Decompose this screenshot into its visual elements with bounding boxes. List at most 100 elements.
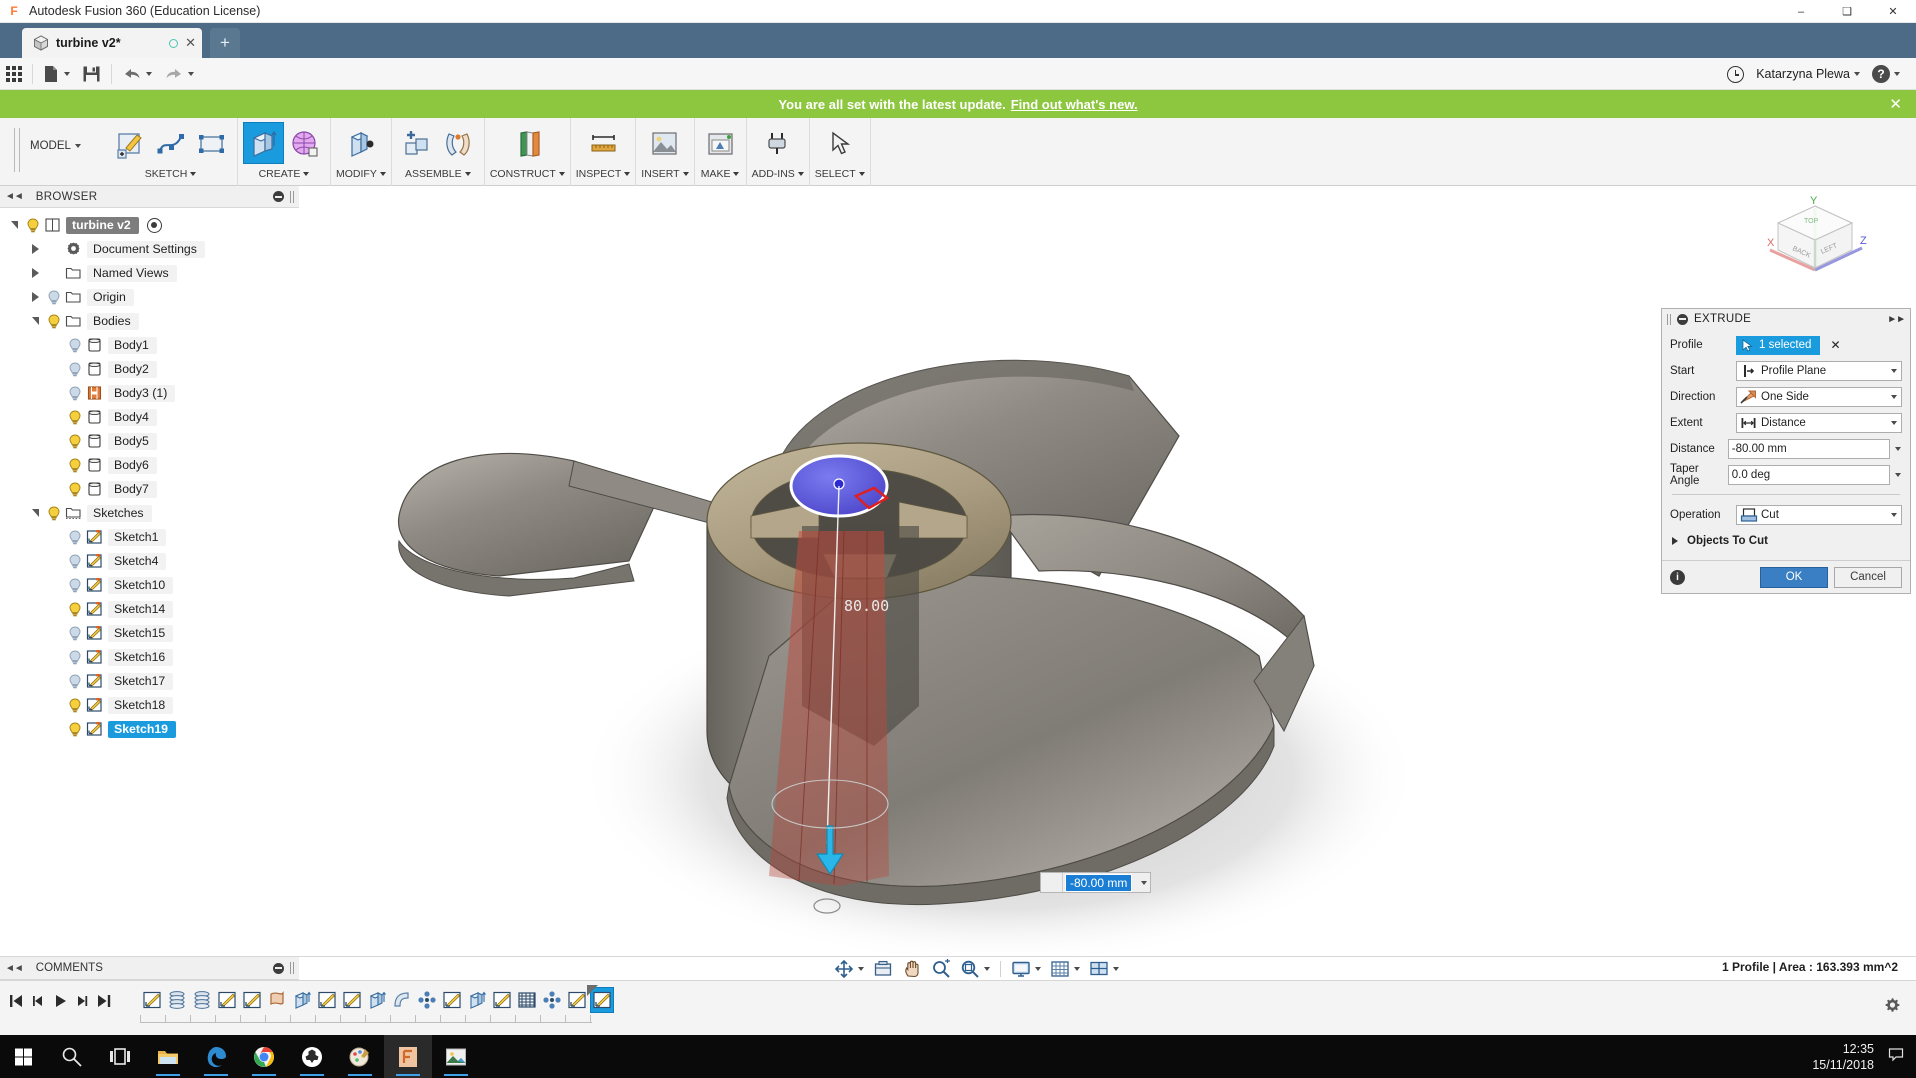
ok-button[interactable]: OK — [1760, 567, 1828, 588]
feature-extrude-6[interactable] — [290, 987, 314, 1013]
start-button[interactable] — [0, 1035, 48, 1078]
tree-expand-toggle[interactable] — [4, 221, 24, 229]
tree-expand-toggle[interactable] — [25, 292, 45, 302]
browser-node-body2[interactable]: Body2 — [0, 357, 299, 381]
feature-sketch-3[interactable] — [215, 987, 239, 1013]
timeline-go-start[interactable] — [6, 990, 26, 1012]
minimize-browser-icon[interactable] — [273, 191, 284, 202]
tree-expand-toggle[interactable] — [25, 317, 45, 325]
ribbon-panel-label-assemble[interactable]: ASSEMBLE — [405, 164, 471, 184]
visibility-toggle[interactable] — [66, 648, 84, 666]
create-form-button[interactable] — [284, 122, 325, 164]
visibility-toggle[interactable] — [45, 312, 63, 330]
visibility-toggle[interactable] — [66, 432, 84, 450]
task-view-button[interactable] — [96, 1035, 144, 1078]
visibility-toggle[interactable] — [66, 552, 84, 570]
feature-loft-5[interactable] — [265, 987, 289, 1013]
start-dropdown[interactable]: Profile Plane — [1736, 361, 1902, 381]
feature-extrude-13[interactable] — [465, 987, 489, 1013]
browser-node-turbine-v2[interactable]: turbine v2 — [0, 213, 299, 237]
taper-angle-input[interactable] — [1732, 469, 1886, 481]
browser-node-sketch10[interactable]: Sketch10 — [0, 573, 299, 597]
dimension-input-value[interactable]: -80.00 mm — [1065, 874, 1132, 892]
browser-node-label[interactable]: Body3 (1) — [108, 385, 175, 402]
visibility-toggle[interactable] — [24, 216, 42, 234]
measure-button[interactable] — [583, 122, 624, 164]
ribbon-panel-label-create[interactable]: CREATE — [259, 164, 310, 184]
visibility-toggle[interactable] — [66, 408, 84, 426]
visibility-toggle[interactable] — [66, 480, 84, 498]
dimension-input-dropdown[interactable] — [1134, 881, 1150, 885]
browser-resize-grip[interactable] — [290, 191, 294, 203]
tree-expand-toggle[interactable] — [25, 244, 45, 254]
browser-node-sketch1[interactable]: Sketch1 — [0, 525, 299, 549]
browser-node-label[interactable]: Body1 — [108, 337, 157, 354]
press-pull-button[interactable] — [340, 122, 381, 164]
feature-sketch-14[interactable] — [490, 987, 514, 1013]
collapse-browser-icon[interactable]: ◄◄ — [5, 191, 23, 202]
timeline-play[interactable] — [50, 990, 70, 1012]
feature-thread-15[interactable] — [515, 987, 539, 1013]
offset-plane-button[interactable] — [507, 122, 548, 164]
cancel-button[interactable]: Cancel — [1834, 567, 1902, 588]
ribbon-panel-label-make[interactable]: MAKE — [701, 164, 740, 184]
feature-sketch-4[interactable] — [240, 987, 264, 1013]
ribbon-panel-label-sketch[interactable]: SKETCH — [145, 164, 197, 184]
browser-node-body6[interactable]: Body6 — [0, 453, 299, 477]
browser-node-label[interactable]: Sketch10 — [108, 577, 173, 594]
insert-mcmaster-button[interactable] — [644, 122, 685, 164]
minimize-button[interactable]: – — [1778, 0, 1824, 23]
new-tab-button[interactable]: + — [210, 28, 240, 58]
browser-node-label[interactable]: turbine v2 — [66, 217, 139, 234]
taper-angle-input-wrapper[interactable] — [1728, 465, 1890, 485]
fusion-360-app[interactable] — [384, 1035, 432, 1078]
browser-node-sketch18[interactable]: Sketch18 — [0, 693, 299, 717]
feature-sketch-12[interactable] — [440, 987, 464, 1013]
browser-node-body3-1[interactable]: Body3 (1) — [0, 381, 299, 405]
dialog-minimize-icon[interactable] — [1677, 314, 1688, 325]
browser-node-label[interactable]: Body6 — [108, 457, 157, 474]
edge-browser[interactable] — [192, 1035, 240, 1078]
browser-node-label[interactable]: Sketch15 — [108, 625, 173, 642]
ribbon-panel-label-insert[interactable]: INSERT — [641, 164, 688, 184]
rectangle-button[interactable] — [191, 122, 232, 164]
distance-input[interactable] — [1732, 443, 1886, 455]
visibility-toggle[interactable] — [45, 504, 63, 522]
joint-button[interactable] — [438, 122, 479, 164]
visibility-toggle[interactable] — [45, 288, 63, 306]
save-button[interactable] — [76, 58, 107, 90]
visibility-toggle[interactable] — [66, 456, 84, 474]
operation-dropdown[interactable]: Cut — [1736, 505, 1902, 525]
user-account-button[interactable]: Katarzyna Plewa — [1750, 67, 1866, 81]
ribbon-panel-label-construct[interactable]: CONSTRUCT — [490, 164, 565, 184]
dialog-expand-icon[interactable]: ►► — [1887, 314, 1905, 325]
browser-node-label[interactable]: Named Views — [87, 265, 177, 282]
file-menu-button[interactable] — [37, 58, 76, 90]
browser-node-label[interactable]: Bodies — [87, 313, 139, 330]
taper-angle-dropdown-icon[interactable] — [1890, 473, 1902, 477]
help-button[interactable]: ? — [1866, 58, 1906, 90]
spline-button[interactable] — [150, 122, 191, 164]
browser-node-origin[interactable]: Origin — [0, 285, 299, 309]
browser-node-label[interactable]: Sketch17 — [108, 673, 173, 690]
feature-extrude-9[interactable] — [365, 987, 389, 1013]
visibility-toggle[interactable] — [66, 528, 84, 546]
browser-node-body5[interactable]: Body5 — [0, 429, 299, 453]
file-explorer[interactable] — [144, 1035, 192, 1078]
3d-print-button[interactable] — [700, 122, 741, 164]
distance-input-wrapper[interactable] — [1728, 439, 1890, 459]
zoom-tool[interactable] — [927, 958, 955, 980]
timeline-end-marker[interactable] — [587, 985, 598, 996]
browser-node-label[interactable]: Body4 — [108, 409, 157, 426]
browser-node-label[interactable]: Body5 — [108, 433, 157, 450]
browser-node-label[interactable]: Body2 — [108, 361, 157, 378]
dialog-drag-grip[interactable] — [1667, 314, 1671, 325]
photos-app[interactable] — [432, 1035, 480, 1078]
browser-node-body1[interactable]: Body1 — [0, 333, 299, 357]
info-icon[interactable]: i — [1670, 570, 1685, 585]
feature-fillet-10[interactable] — [390, 987, 414, 1013]
document-tab[interactable]: turbine v2* ✕ — [22, 28, 202, 58]
browser-node-label[interactable]: Sketches — [87, 505, 152, 522]
feature-sketch-0[interactable] — [140, 987, 164, 1013]
new-component-button[interactable] — [397, 122, 438, 164]
